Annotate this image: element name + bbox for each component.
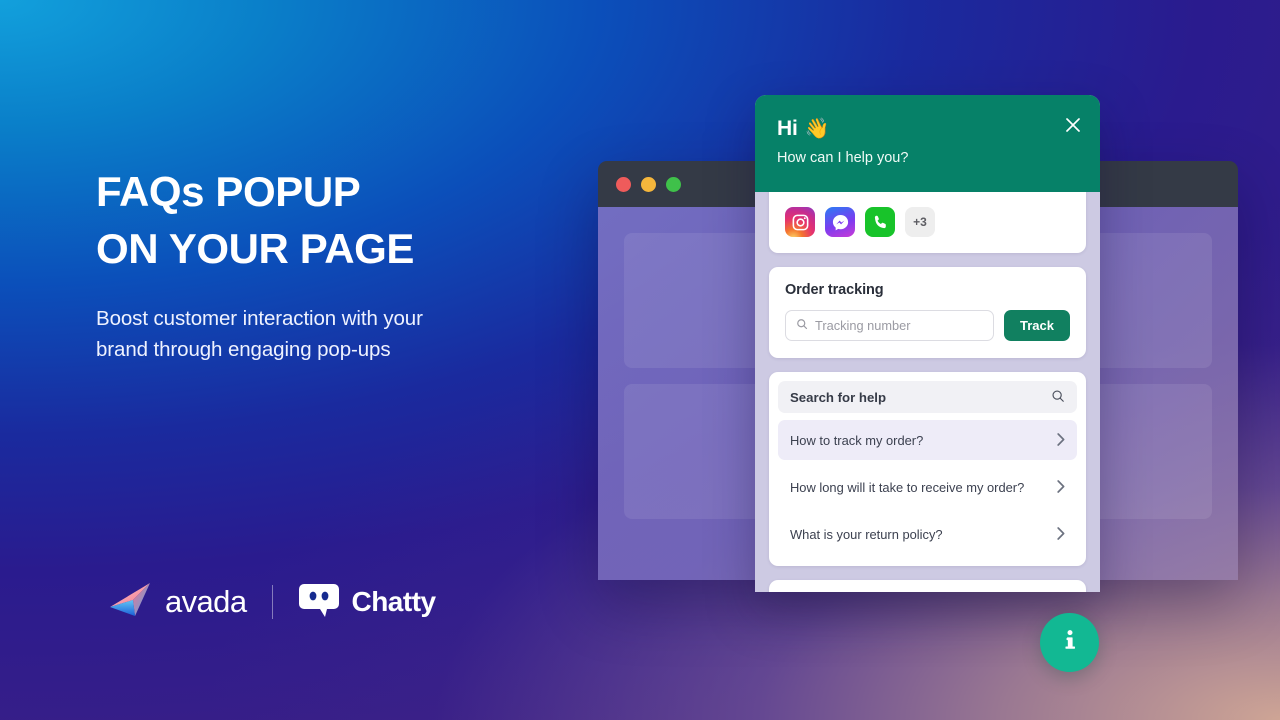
brand-logo-lockup: avada Chatty bbox=[110, 580, 436, 624]
headline-line-1: FAQs POPUP bbox=[96, 168, 361, 215]
widget-greeting: Hi 👋 bbox=[777, 116, 1078, 141]
page-title: FAQs POPUP ON YOUR PAGE bbox=[96, 163, 414, 277]
chat-widget: Hi 👋 How can I help you? Contact us bbox=[755, 95, 1100, 592]
promo-banner: FAQs POPUP ON YOUR PAGE Boost customer i… bbox=[0, 0, 1280, 720]
logo-divider bbox=[272, 585, 274, 619]
order-tracking-row: Tracking number Track bbox=[785, 310, 1070, 341]
help-search-input[interactable]: Search for help bbox=[778, 381, 1077, 413]
waving-hand-icon: 👋 bbox=[804, 118, 830, 140]
faq-item[interactable]: How long will it take to receive my orde… bbox=[778, 467, 1077, 507]
subcopy-line-2: brand through engaging pop-ups bbox=[96, 338, 391, 361]
chatty-logo: Chatty bbox=[299, 582, 436, 623]
faq-question: How long will it take to receive my orde… bbox=[790, 479, 1025, 495]
info-icon bbox=[1057, 627, 1083, 658]
headline-line-2: ON YOUR PAGE bbox=[96, 225, 415, 272]
faq-item[interactable]: What is your return policy? bbox=[778, 514, 1077, 554]
order-tracking-card: Order tracking Tracking number Track bbox=[769, 267, 1086, 358]
close-icon[interactable] bbox=[1063, 115, 1083, 135]
widget-subtitle: How can I help you? bbox=[777, 150, 909, 166]
help-search-label: Search for help bbox=[790, 389, 887, 405]
categories-card: Categories View all bbox=[769, 580, 1086, 592]
page-subtitle: Boost customer interaction with your bra… bbox=[96, 303, 423, 365]
chevron-right-icon bbox=[1057, 526, 1065, 542]
messenger-icon[interactable] bbox=[825, 207, 855, 237]
search-icon bbox=[796, 317, 808, 335]
more-contacts-badge[interactable]: +3 bbox=[905, 207, 935, 237]
window-maximize-dot[interactable] bbox=[666, 176, 681, 192]
chat-bubble-icon bbox=[299, 582, 340, 623]
instagram-icon[interactable] bbox=[785, 207, 815, 237]
widget-scroll-area[interactable]: Contact us bbox=[755, 164, 1100, 592]
chevron-right-icon bbox=[1057, 479, 1065, 495]
window-minimize-dot[interactable] bbox=[641, 176, 656, 192]
window-close-dot[interactable] bbox=[616, 176, 631, 192]
phone-icon[interactable] bbox=[865, 207, 895, 237]
avada-wordmark: avada bbox=[165, 584, 247, 619]
track-button[interactable]: Track bbox=[1004, 310, 1070, 341]
info-fab-button[interactable] bbox=[1040, 613, 1099, 672]
faq-question: How to track my order? bbox=[790, 432, 924, 448]
greeting-text: Hi bbox=[777, 116, 798, 140]
tracking-number-input[interactable]: Tracking number bbox=[785, 310, 995, 341]
avada-logo: avada bbox=[110, 582, 247, 622]
chatty-wordmark: Chatty bbox=[351, 586, 436, 617]
chevron-right-icon bbox=[1057, 432, 1065, 448]
order-tracking-title: Order tracking bbox=[785, 282, 884, 298]
tracking-input-placeholder: Tracking number bbox=[815, 318, 911, 333]
subcopy-line-1: Boost customer interaction with your bbox=[96, 307, 423, 330]
paper-plane-icon bbox=[110, 582, 154, 622]
faq-card: Search for help How to track my order? H… bbox=[769, 372, 1086, 566]
faq-question: What is your return policy? bbox=[790, 526, 943, 542]
contact-icon-list: +3 bbox=[785, 207, 1070, 237]
faq-item[interactable]: How to track my order? bbox=[778, 420, 1077, 460]
widget-header: Hi 👋 How can I help you? bbox=[755, 95, 1100, 192]
search-icon bbox=[1051, 389, 1065, 406]
